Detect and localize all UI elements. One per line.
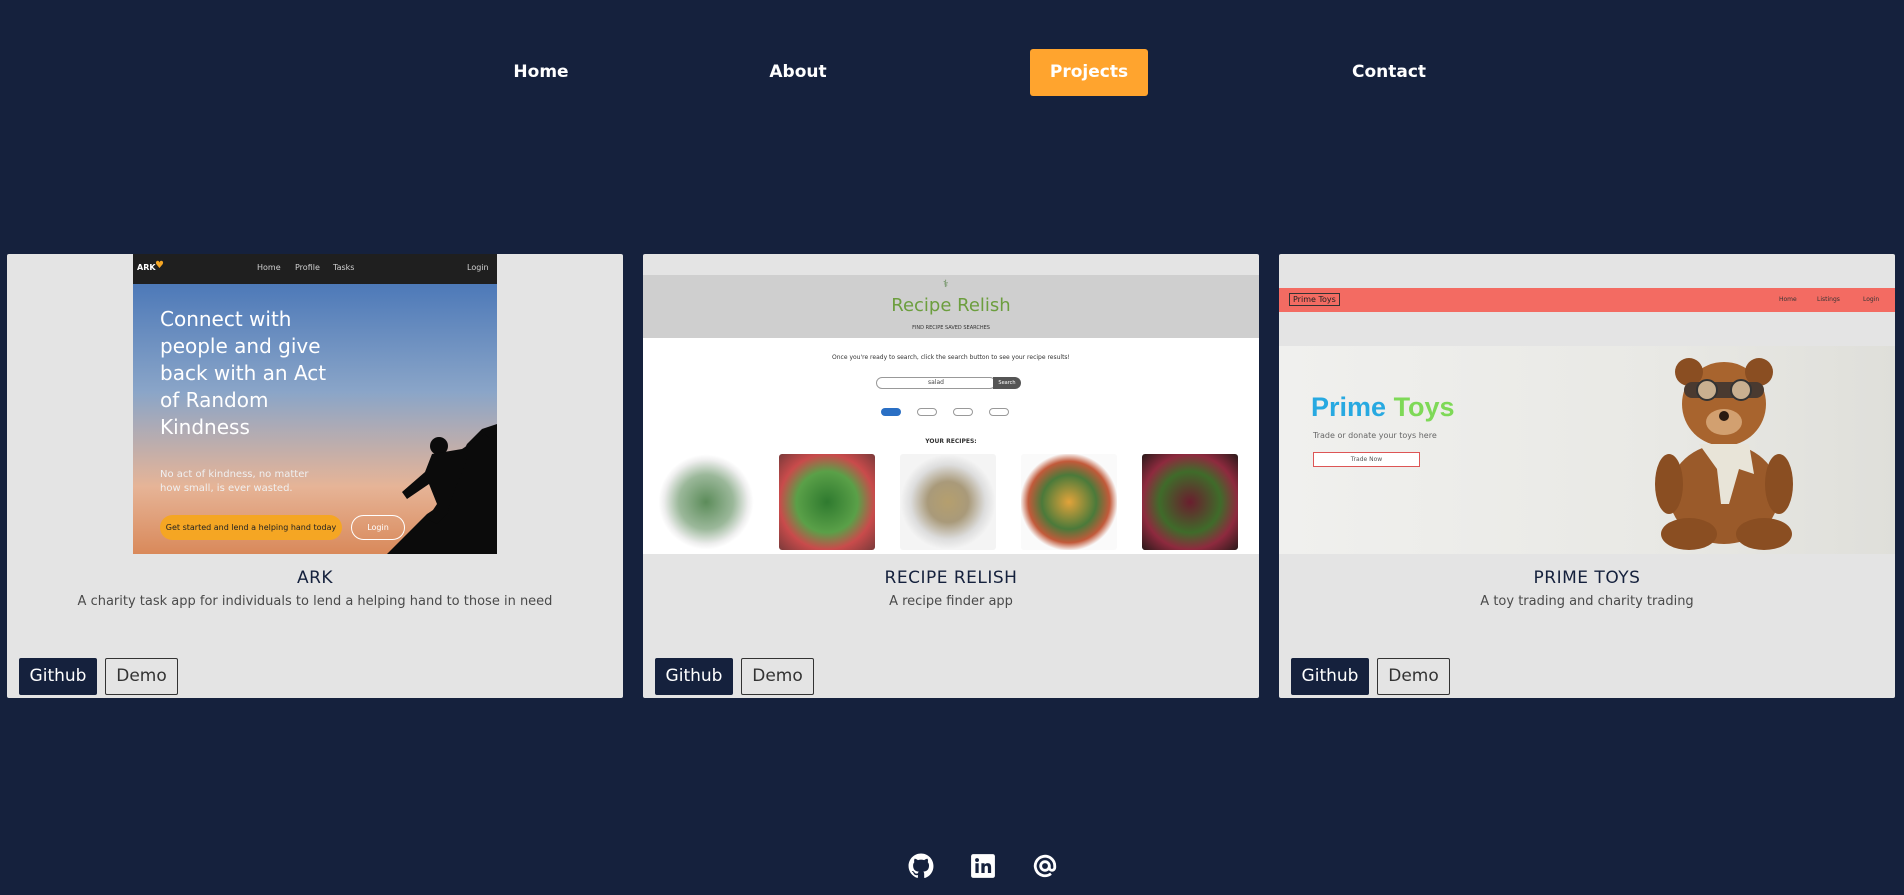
- ark-cta: Get started and lend a helping hand toda…: [160, 515, 342, 540]
- ark-nav-login: Login: [467, 263, 489, 272]
- project-screenshot-ark: ARK ♥ Home Profile Tasks Login Connect w…: [7, 254, 623, 554]
- ark-heart-icon: ♥: [155, 260, 164, 271]
- demo-button[interactable]: Demo: [105, 658, 178, 695]
- rr-search-button: Search: [993, 377, 1021, 389]
- salad-image-icon: [658, 454, 754, 550]
- nav-projects-link[interactable]: Projects: [1030, 49, 1148, 96]
- github-button[interactable]: Github: [655, 658, 733, 695]
- ark-subtext: No act of kindness, no matter how small,…: [160, 469, 309, 494]
- rr-toggle-off-icon: [917, 408, 937, 416]
- project-screenshot-recipe-relish: ⚕ Recipe Relish FIND RECIPE SAVED SEARCH…: [643, 254, 1259, 554]
- project-card-recipe-relish: ⚕ Recipe Relish FIND RECIPE SAVED SEARCH…: [643, 254, 1259, 698]
- nav-about-link[interactable]: About: [763, 49, 833, 96]
- rr-toggle-off-icon: [953, 408, 973, 416]
- main-nav: Home About Projects Contact: [0, 49, 1904, 96]
- pt-trade-button: Trade Now: [1313, 452, 1420, 467]
- climber-silhouette-icon: [387, 424, 497, 554]
- rr-logo-icon: ⚕: [943, 279, 949, 290]
- pt-subtext: Trade or donate your toys here: [1313, 431, 1437, 440]
- pt-headline-part2: Toys: [1393, 392, 1455, 422]
- ark-brand: ARK: [137, 263, 156, 272]
- rr-toggle-on-icon: [881, 408, 901, 416]
- rr-tabs: FIND RECIPE SAVED SEARCHES: [912, 325, 990, 331]
- pt-nav-login: Login: [1863, 296, 1880, 303]
- project-description: A charity task app for individuals to le…: [77, 594, 553, 609]
- ark-nav-tasks: Tasks: [333, 263, 355, 272]
- project-title: RECIPE RELISH: [884, 568, 1018, 588]
- rr-title: Recipe Relish: [891, 295, 1011, 316]
- project-screenshot-prime-toys: Prime Toys Home Listings Login Prime Toy…: [1279, 254, 1895, 554]
- nav-contact-link[interactable]: Contact: [1348, 49, 1430, 96]
- demo-button[interactable]: Demo: [741, 658, 814, 695]
- email-at-icon[interactable]: [1032, 853, 1058, 879]
- ark-nav-home: Home: [257, 263, 281, 272]
- salad-image-icon: [900, 454, 996, 550]
- project-card-ark: ARK ♥ Home Profile Tasks Login Connect w…: [7, 254, 623, 698]
- project-description: A recipe finder app: [889, 594, 1013, 609]
- pt-headline-part1: Prime: [1311, 392, 1387, 422]
- rr-prompt: Once you're ready to search, click the s…: [832, 354, 1070, 361]
- pt-headline: Prime Toys: [1311, 392, 1455, 423]
- project-card-prime-toys: Prime Toys Home Listings Login Prime Toy…: [1279, 254, 1895, 698]
- nav-home-link[interactable]: Home: [505, 49, 577, 96]
- github-icon[interactable]: [908, 853, 934, 879]
- pt-navbar: Prime Toys Home Listings Login: [1279, 288, 1895, 312]
- project-title: ARK: [296, 568, 334, 588]
- pt-brand: Prime Toys: [1289, 293, 1340, 306]
- rr-search-input: salad: [876, 377, 996, 389]
- project-description: A toy trading and charity trading: [1480, 594, 1694, 609]
- github-button[interactable]: Github: [19, 658, 97, 695]
- rr-header: ⚕ Recipe Relish FIND RECIPE SAVED SEARCH…: [643, 275, 1259, 338]
- salad-image-icon: [1021, 454, 1117, 550]
- linkedin-icon[interactable]: [970, 853, 996, 879]
- ark-nav-profile: Profile: [295, 263, 320, 272]
- pt-nav-listings: Listings: [1817, 296, 1840, 303]
- rr-section-label: YOUR RECIPES:: [925, 438, 977, 445]
- ark-navbar: ARK ♥ Home Profile Tasks Login: [133, 254, 497, 284]
- pt-nav-home: Home: [1779, 296, 1797, 303]
- demo-button[interactable]: Demo: [1377, 658, 1450, 695]
- ark-headline: Connect with people and give back with a…: [160, 307, 327, 439]
- rr-body: Once you're ready to search, click the s…: [643, 338, 1259, 554]
- salad-image-icon: [1142, 454, 1238, 550]
- project-title: PRIME TOYS: [1533, 568, 1641, 588]
- salad-image-icon: [779, 454, 875, 550]
- github-button[interactable]: Github: [1291, 658, 1369, 695]
- rr-toggle-off-icon: [989, 408, 1009, 416]
- ark-hero: Connect with people and give back with a…: [133, 284, 497, 554]
- teddy-bear-icon: [1655, 358, 1793, 550]
